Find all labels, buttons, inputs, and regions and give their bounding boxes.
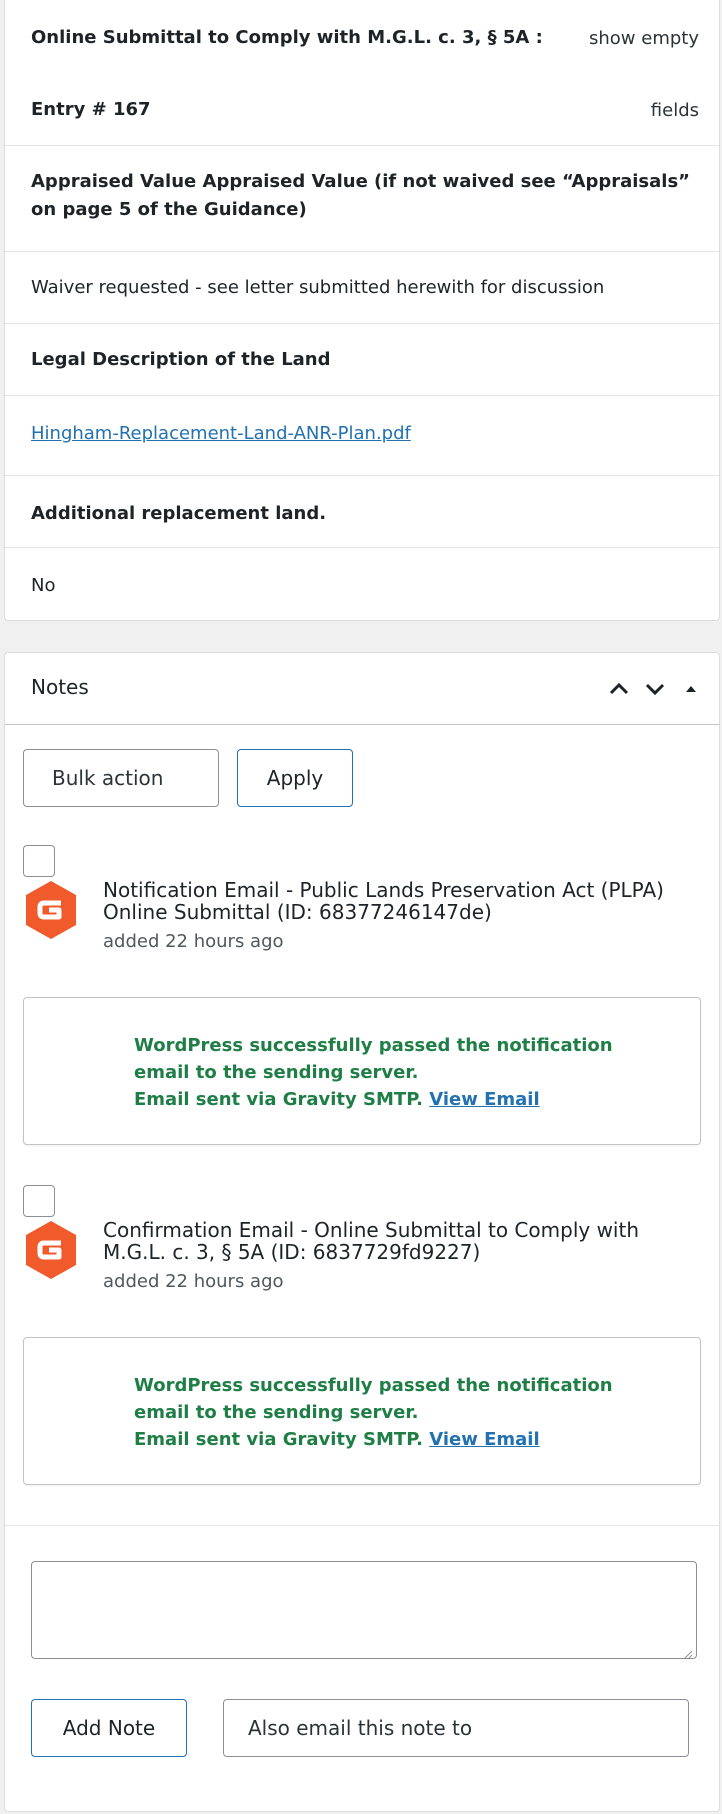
legal-description-file-link[interactable]: Hingham-Replacement-Land-ANR-Plan.pdf [31, 423, 411, 444]
notes-title: Notes [31, 675, 89, 699]
notes-panel: Notes Bulk action Apply Notification Ema… [4, 652, 720, 1812]
field-value-appraised-value: Waiver requested - see letter submitted … [31, 277, 605, 298]
note-item: Confirmation Email - Online Submittal to… [5, 1185, 719, 1505]
note-select-checkbox[interactable] [23, 845, 55, 877]
email-note-to-select[interactable]: Also email this note to [223, 1699, 689, 1757]
divider [5, 1525, 719, 1526]
note-timestamp: added 22 hours ago [103, 931, 284, 952]
field-label-row: Appraised Value Appraised Value (if not … [5, 146, 719, 252]
field-label-row: Additional replacement land. [5, 476, 719, 548]
entry-number: Entry # 167 [31, 99, 151, 120]
field-value-row: Hingham-Replacement-Land-ANR-Plan.pdf [5, 396, 719, 476]
note-select-checkbox[interactable] [23, 1185, 55, 1217]
note-message-text: WordPress successfully passed the notifi… [134, 1035, 613, 1083]
field-label-appraised-value: Appraised Value Appraised Value (if not … [31, 171, 690, 220]
view-email-link[interactable]: View Email [429, 1429, 539, 1450]
note-message: WordPress successfully passed the notifi… [134, 1032, 634, 1113]
note-timestamp: added 22 hours ago [103, 1271, 284, 1292]
entry-header: Online Submittal to Comply with M.G.L. c… [5, 0, 719, 146]
note-title: Notification Email - Public Lands Preser… [103, 878, 664, 924]
show-empty-fields-toggle[interactable]: show empty [589, 28, 699, 49]
note-title: Confirmation Email - Online Submittal to… [103, 1218, 639, 1264]
gravity-forms-logo-icon [23, 879, 79, 941]
view-email-link[interactable]: View Email [429, 1089, 539, 1110]
field-value-row: No [5, 548, 719, 620]
entry-details-box: Online Submittal to Comply with M.G.L. c… [4, 0, 720, 621]
field-label-row: Legal Description of the Land [5, 324, 719, 396]
note-message-card: WordPress successfully passed the notifi… [23, 1337, 701, 1485]
apply-button[interactable]: Apply [237, 749, 353, 807]
note-message-card: WordPress successfully passed the notifi… [23, 997, 701, 1145]
show-empty-fields-toggle-line2[interactable]: fields [651, 100, 699, 121]
note-message-text: WordPress successfully passed the notifi… [134, 1375, 613, 1423]
field-value-additional-land: No [31, 575, 56, 596]
resize-grip-icon[interactable] [683, 1645, 693, 1660]
field-value-row: Waiver requested - see letter submitted … [5, 252, 719, 324]
notes-header: Notes [5, 653, 719, 725]
chevron-up-icon[interactable] [605, 675, 633, 703]
note-item: Notification Email - Public Lands Preser… [5, 845, 719, 1165]
caret-up-icon[interactable] [677, 675, 705, 703]
note-message: WordPress successfully passed the notifi… [134, 1372, 634, 1453]
field-label-additional-land: Additional replacement land. [31, 503, 327, 524]
note-message-smtp: Email sent via Gravity SMTP. [134, 1429, 423, 1450]
note-message-smtp: Email sent via Gravity SMTP. [134, 1089, 423, 1110]
chevron-down-icon[interactable] [641, 675, 669, 703]
field-label-legal-description: Legal Description of the Land [31, 349, 331, 370]
gravity-forms-logo-icon [23, 1219, 79, 1281]
bulk-action-select[interactable]: Bulk action [23, 749, 219, 807]
note-textarea[interactable] [31, 1561, 697, 1660]
add-note-button[interactable]: Add Note [31, 1699, 187, 1757]
